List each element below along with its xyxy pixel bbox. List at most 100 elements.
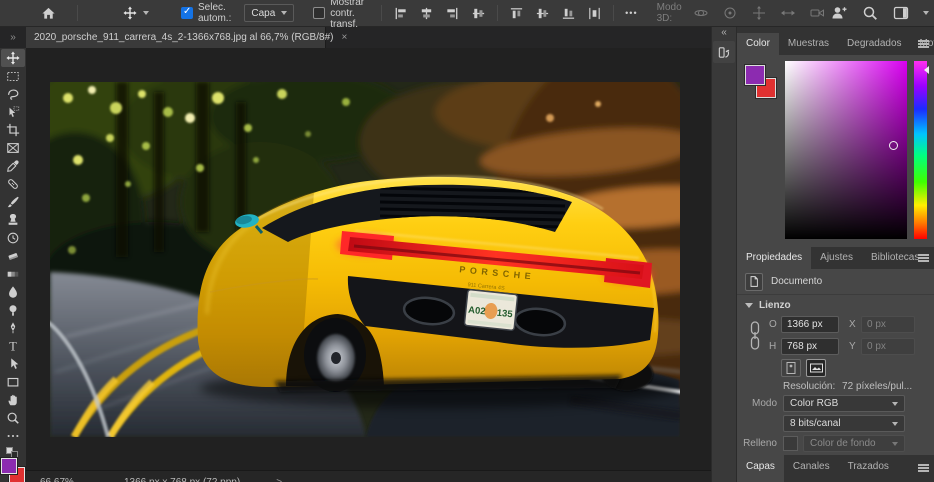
workspace-button[interactable] (890, 2, 912, 24)
workspace-icon (893, 5, 909, 21)
chevron-down-icon[interactable] (923, 11, 929, 15)
photoshop-window: Selec. autom.: Capa Mostrar contr. trans… (0, 0, 934, 482)
mode-row: Modo Color RGB (737, 395, 934, 415)
document-title: 2020_porsche_911_carrera_4s_2-1366x768.j… (34, 32, 333, 43)
history-brush-icon (6, 231, 20, 245)
dolly-3d-button[interactable] (806, 2, 828, 24)
slide-3d-button[interactable] (777, 2, 799, 24)
properties-tab-ajustes[interactable]: Ajustes (811, 247, 862, 269)
panel-menu-icon[interactable] (918, 254, 929, 262)
roll-3d-icon (722, 5, 738, 21)
tool-dodge[interactable] (1, 301, 25, 319)
expand-left-dock-icon[interactable]: » (0, 32, 26, 43)
brush-icon (6, 195, 20, 209)
tool-clone-stamp[interactable] (1, 211, 25, 229)
color-cursor[interactable] (889, 141, 898, 150)
landscape-orientation-button[interactable] (806, 359, 826, 377)
auto-select-target-dropdown[interactable]: Capa (244, 4, 294, 22)
width-field[interactable]: 1366 px (781, 316, 839, 333)
panel-menu-icon[interactable] (918, 40, 929, 48)
align-center-vertical-button[interactable] (416, 2, 437, 24)
landscape-icon (810, 363, 823, 373)
properties-panel-tabs: PropiedadesAjustesBibliotecas (737, 247, 934, 269)
color-tab-degradados[interactable]: Degradados (838, 33, 910, 55)
tool-type[interactable]: T (1, 337, 25, 355)
tool-object-selection[interactable] (1, 103, 25, 121)
hue-slider[interactable] (914, 61, 927, 239)
tool-hand[interactable] (1, 391, 25, 409)
roll-3d-button[interactable] (719, 2, 741, 24)
default-colors-icon[interactable] (6, 447, 20, 457)
distribute-bottom-icon (561, 6, 576, 21)
tool-rectangle[interactable] (1, 373, 25, 391)
foreground-color-swatch[interactable] (1, 458, 17, 474)
move-tool-preset[interactable] (120, 2, 152, 24)
tool-history-brush[interactable] (1, 229, 25, 247)
height-field[interactable]: 768 px (781, 338, 839, 355)
tools-panel: T (0, 48, 26, 482)
link-dimensions-icon[interactable] (749, 321, 761, 351)
tool-blur[interactable] (1, 283, 25, 301)
distribute-bottom-button[interactable] (558, 2, 579, 24)
canvas-image[interactable]: A02 135 PORSCHE 911 Carrera 4S (50, 82, 680, 437)
panel-menu-icon[interactable] (918, 464, 929, 472)
canvas-area[interactable]: A02 135 PORSCHE 911 Carrera 4S (26, 48, 711, 482)
document-tab[interactable]: 2020_porsche_911_carrera_4s_2-1366x768.j… (26, 27, 326, 48)
portrait-orientation-button[interactable] (781, 359, 801, 377)
slide-3d-icon (780, 5, 796, 21)
layers-tab-capas[interactable]: Capas (737, 455, 784, 482)
tool-crop[interactable] (1, 121, 25, 139)
orbit-3d-button[interactable] (690, 2, 712, 24)
tool-eyedropper[interactable] (1, 157, 25, 175)
tool-zoom[interactable] (1, 409, 25, 427)
foreground-color-swatch[interactable] (745, 65, 765, 85)
tool-more-tools[interactable] (1, 427, 25, 445)
more-options-button[interactable]: ••• (622, 2, 640, 24)
tool-pen[interactable] (1, 319, 25, 337)
bit-depth-dropdown[interactable]: 8 bits/canal (783, 415, 905, 432)
pan-3d-icon (751, 5, 767, 21)
chevron-down-icon (892, 442, 898, 446)
collapse-dock-icon[interactable]: « (712, 28, 736, 38)
tool-lasso[interactable] (1, 85, 25, 103)
home-button[interactable] (38, 2, 59, 24)
align-right-button[interactable] (442, 2, 463, 24)
fill-label: Relleno (737, 438, 777, 449)
hue-marker[interactable] (924, 66, 929, 74)
color-mode-dropdown[interactable]: Color RGB (783, 395, 905, 412)
tool-eraser[interactable] (1, 247, 25, 265)
tool-path-selection[interactable] (1, 355, 25, 373)
canvas-section-header[interactable]: Lienzo (737, 295, 934, 315)
zoom-level[interactable]: 66,67% (40, 477, 92, 482)
tool-frame[interactable] (1, 139, 25, 157)
search-button[interactable] (859, 2, 881, 24)
history-panel-icon (717, 45, 732, 60)
invite-button[interactable] (828, 2, 850, 24)
saturation-brightness-field[interactable] (785, 61, 907, 239)
tool-move[interactable] (1, 49, 25, 67)
tool-healing-brush[interactable] (1, 175, 25, 193)
chevron-down-icon (143, 11, 149, 15)
color-tab-color[interactable]: Color (737, 33, 779, 55)
history-panel-button[interactable] (713, 41, 735, 63)
crop-icon (6, 123, 20, 137)
auto-select-checkbox[interactable]: Selec. autom.: (178, 2, 234, 24)
distribute-center-button[interactable] (532, 2, 553, 24)
move-icon (6, 51, 20, 65)
align-left-button[interactable] (390, 2, 411, 24)
distribute-top-button[interactable] (506, 2, 527, 24)
layers-tab-trazados[interactable]: Trazados (839, 455, 898, 482)
close-tab-icon[interactable]: × (341, 32, 347, 43)
color-tab-muestras[interactable]: Muestras (779, 33, 838, 55)
tool-brush[interactable] (1, 193, 25, 211)
distribute-horizontal-button[interactable] (584, 2, 605, 24)
align-center-horizontal-button[interactable] (468, 2, 489, 24)
layers-tab-canales[interactable]: Canales (784, 455, 839, 482)
status-arrow-icon[interactable]: > (276, 477, 282, 482)
tool-gradient[interactable] (1, 265, 25, 283)
show-transform-checkbox[interactable]: Mostrar contr. transf. (310, 2, 367, 24)
tool-marquee[interactable] (1, 67, 25, 85)
checkbox-checked-icon (181, 7, 193, 19)
pan-3d-button[interactable] (748, 2, 770, 24)
properties-tab-propiedades[interactable]: Propiedades (737, 247, 811, 269)
